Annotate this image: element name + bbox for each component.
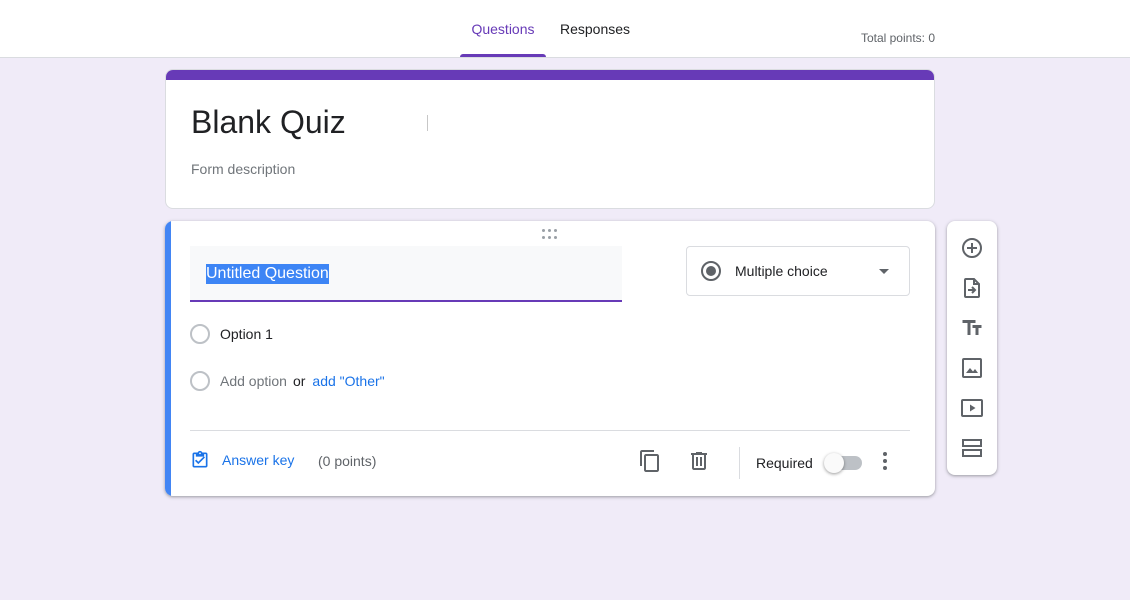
answer-key-icon [192,450,208,468]
required-label: Required [756,455,813,471]
add-other-button[interactable]: add "Other" [312,373,384,389]
or-text: or [292,373,306,389]
duplicate-icon[interactable] [638,449,662,473]
tab-responses[interactable]: Responses [552,0,638,57]
radio-button-checked-icon [701,261,721,281]
add-question-icon[interactable] [960,236,984,260]
radio-unchecked-icon [190,371,210,391]
active-card-accent [165,221,171,496]
question-type-dropdown[interactable]: Multiple choice [686,246,910,296]
option-item[interactable]: Option 1 [190,324,273,344]
side-toolbar [947,221,997,475]
top-bar: Questions Responses Total points: 0 [0,0,1130,58]
answer-key-button[interactable]: Answer key [190,450,294,470]
footer-separator [739,447,740,479]
add-option-input[interactable]: Add option [220,373,287,389]
add-video-icon[interactable] [960,396,984,420]
question-card[interactable]: Untitled Question Multiple choice Option… [165,221,935,496]
form-title-card: Blank Quiz Form description [165,69,935,209]
form-title[interactable]: Blank Quiz [191,104,346,141]
add-title-icon[interactable] [960,316,984,340]
question-type-label: Multiple choice [735,263,828,279]
chevron-down-icon [879,269,889,274]
required-toggle[interactable] [824,453,862,473]
form-description-input[interactable]: Form description [191,161,295,177]
tab-questions[interactable]: Questions [460,0,546,57]
text-cursor-icon [427,115,433,131]
option-label[interactable]: Option 1 [220,326,273,342]
add-section-icon[interactable] [960,436,984,460]
delete-icon[interactable] [687,449,711,473]
add-image-icon[interactable] [960,356,984,380]
import-questions-icon[interactable] [960,276,984,300]
more-options-icon[interactable] [873,449,897,473]
question-title-input[interactable]: Untitled Question [190,246,622,302]
footer-divider [190,430,910,431]
points-value: (0 points) [318,453,377,469]
question-title-text: Untitled Question [206,264,329,284]
add-option-row: Add option or add "Other" [190,371,385,391]
drag-handle-icon[interactable] [542,229,558,239]
total-points: Total points: 0 [860,31,935,45]
theme-band [166,70,934,80]
radio-unchecked-icon [190,324,210,344]
answer-key-label: Answer key [222,452,295,468]
